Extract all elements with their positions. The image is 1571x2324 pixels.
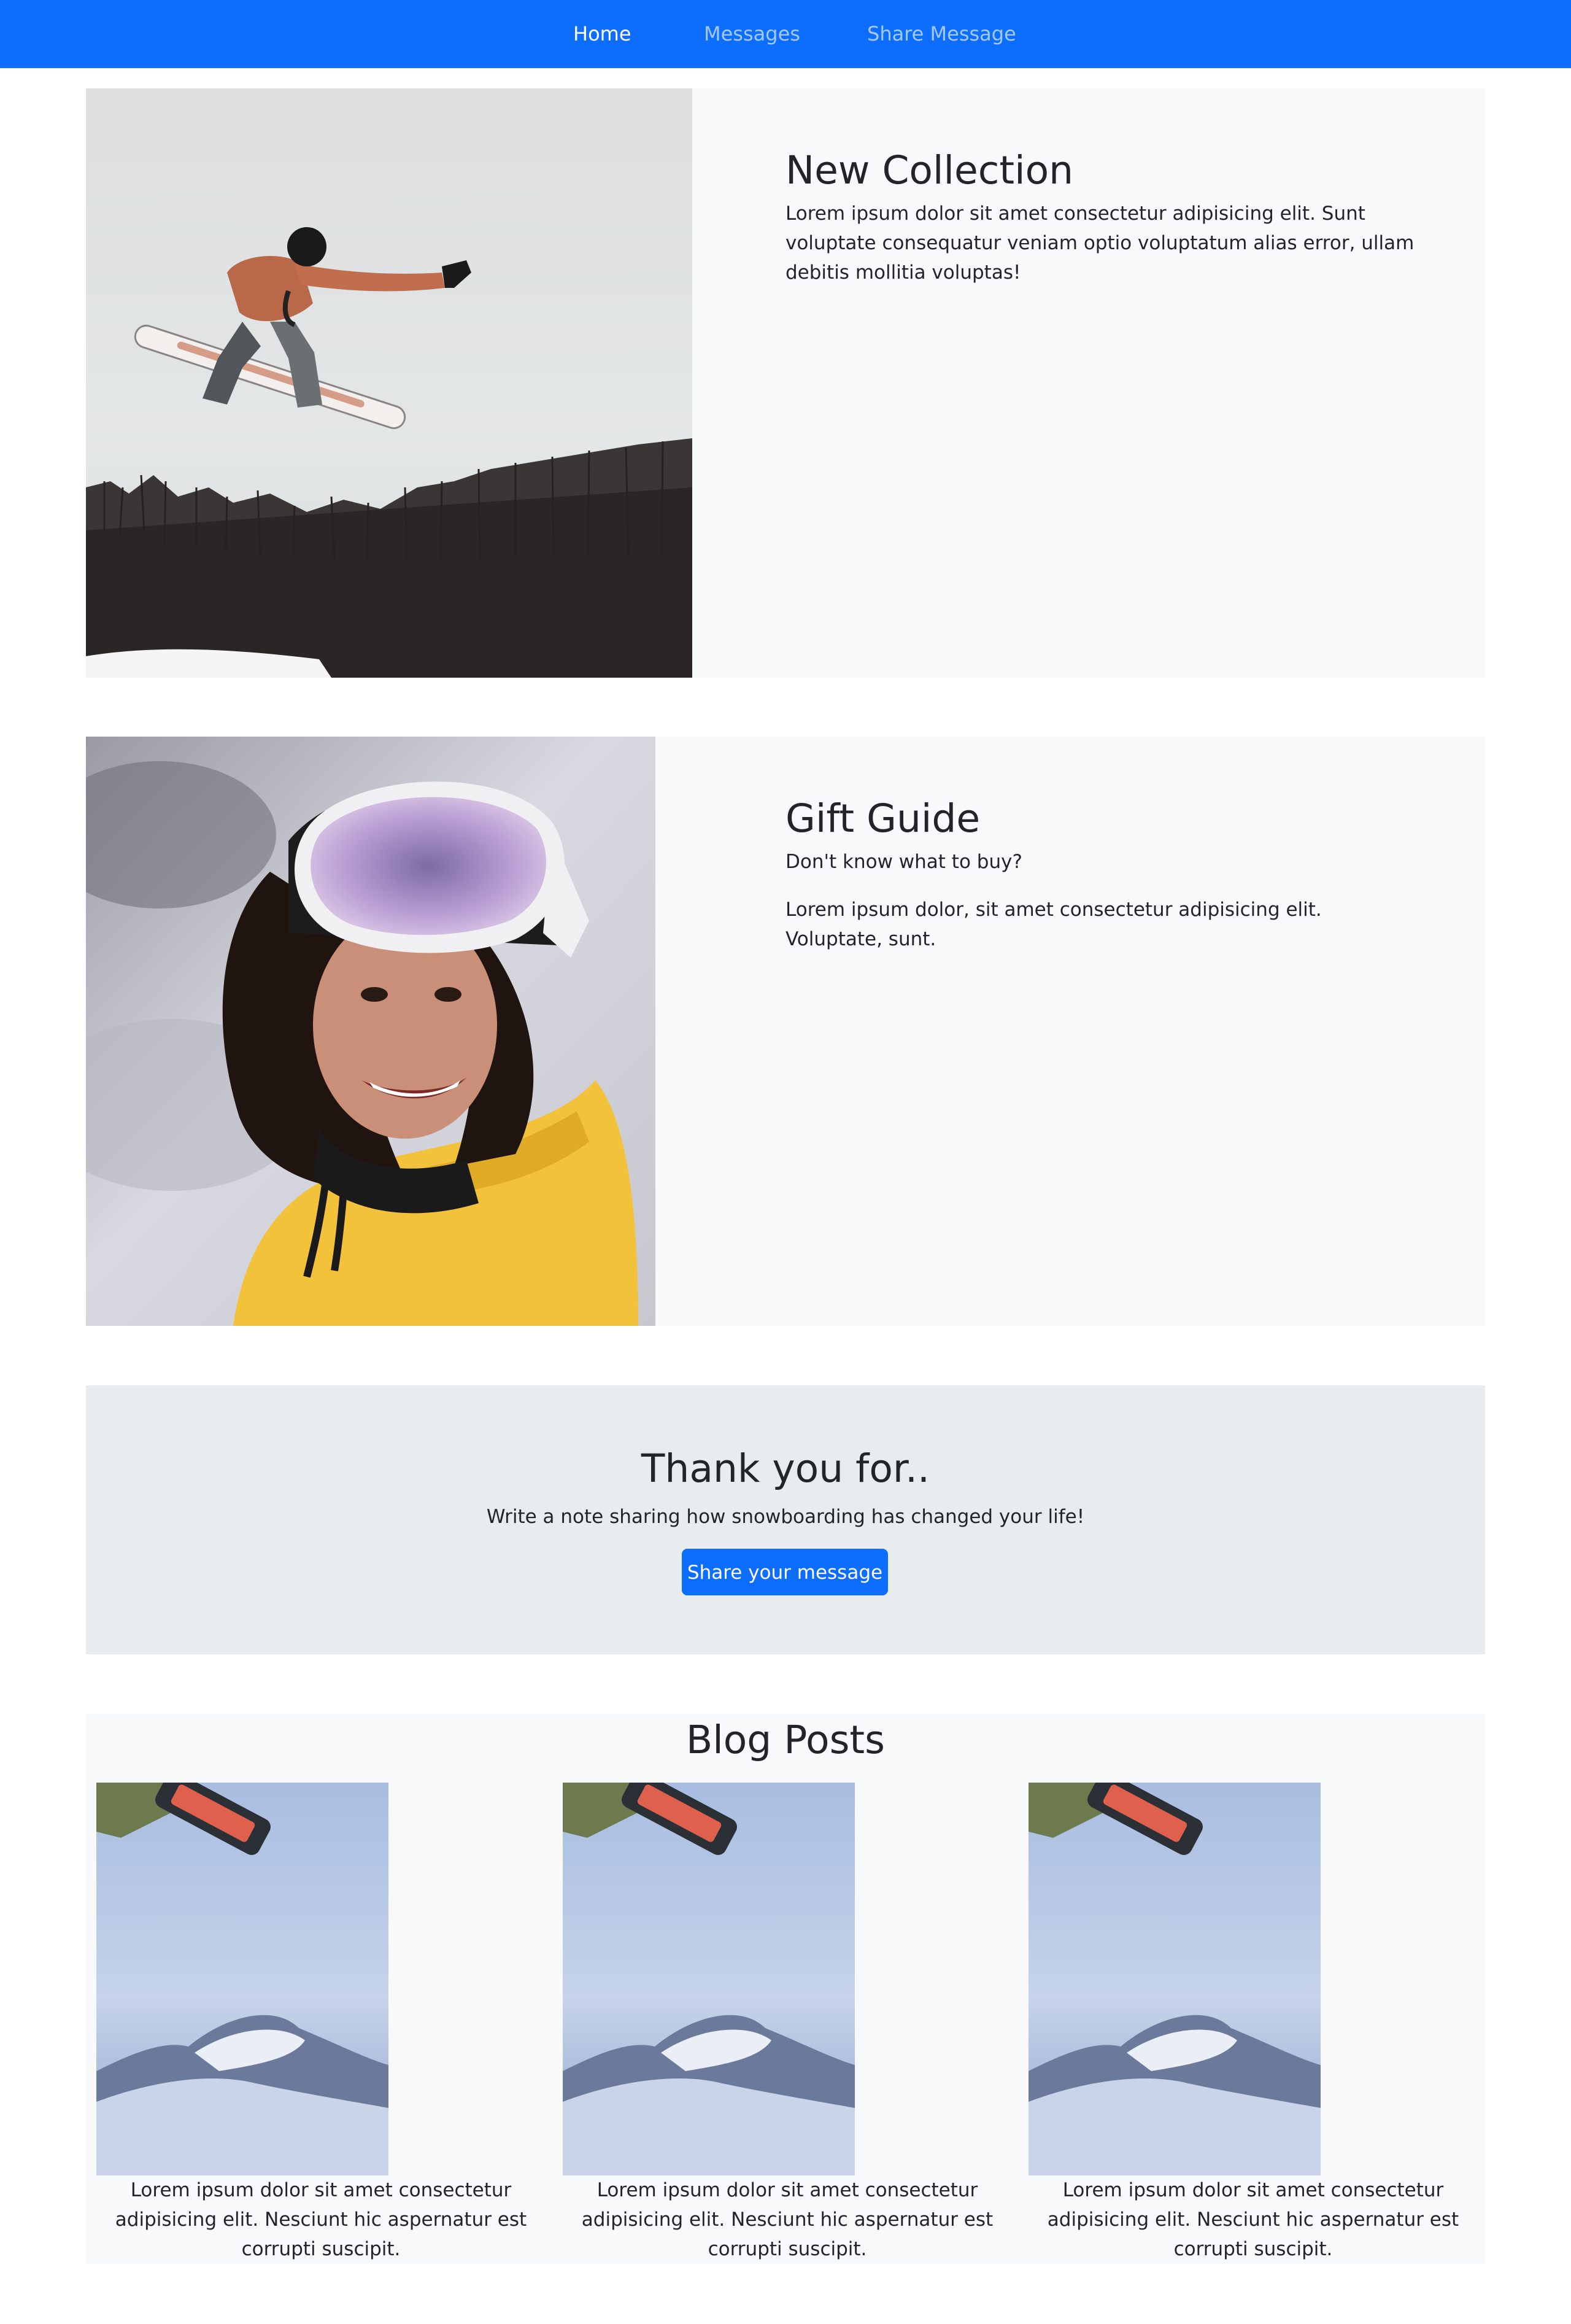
blog-post-text: Lorem ipsum dolor sit amet consectetur a… <box>581 2179 994 2260</box>
snowboarder-jump-photo <box>86 88 692 678</box>
snowboard-mountain-photo <box>96 1783 388 2175</box>
feature-description: Lorem ipsum dolor, sit amet consectetur … <box>786 898 1322 950</box>
blog-post-text: Lorem ipsum dolor sit amet consectetur a… <box>115 2179 527 2260</box>
blog-title: Blog Posts <box>686 1718 885 1762</box>
feature-description: Lorem ipsum dolor sit amet consectetur a… <box>786 202 1415 284</box>
nav-link-home[interactable]: Home <box>573 0 631 68</box>
blog-post[interactable]: Lorem ipsum dolor sit amet consectetur a… <box>1029 1783 1478 2264</box>
blog-post[interactable]: Lorem ipsum dolor sit amet consectetur a… <box>96 1783 546 2264</box>
snowboard-mountain-photo <box>1029 1783 1321 2175</box>
thank-you-cta: Thank you for.. Write a note sharing how… <box>86 1385 1485 1654</box>
snowboard-mountain-photo <box>563 1783 855 2175</box>
blog-post-text: Lorem ipsum dolor sit amet consectetur a… <box>1047 2179 1459 2260</box>
nav-link-share-message[interactable]: Share Message <box>867 0 1016 68</box>
nav-link-messages[interactable]: Messages <box>704 0 800 68</box>
feature-gift-guide: Gift Guide Don't know what to buy? Lorem… <box>86 737 1485 1326</box>
cta-title: Thank you for.. <box>641 1446 930 1491</box>
navbar: Home Messages Share Message <box>0 0 1571 68</box>
feature-text: New Collection Lorem ipsum dolor sit ame… <box>786 147 1424 312</box>
cta-lead: Write a note sharing how snowboarding ha… <box>486 1506 1085 1528</box>
feature-text: Gift Guide Don't know what to buy? Lorem… <box>786 796 1424 978</box>
blog-post[interactable]: Lorem ipsum dolor sit amet consectetur a… <box>563 1783 1012 2264</box>
share-your-message-button[interactable]: Share your message <box>682 1549 888 1595</box>
skier-portrait-photo <box>86 737 655 1326</box>
feature-new-collection: New Collection Lorem ipsum dolor sit ame… <box>86 88 1485 678</box>
feature-title: New Collection <box>786 148 1074 193</box>
blog-posts-section: Blog Posts Lorem ipsum dolor sit amet co… <box>86 1714 1485 2264</box>
feature-subtitle: Don't know what to buy? <box>786 850 1022 873</box>
feature-title: Gift Guide <box>786 796 981 841</box>
